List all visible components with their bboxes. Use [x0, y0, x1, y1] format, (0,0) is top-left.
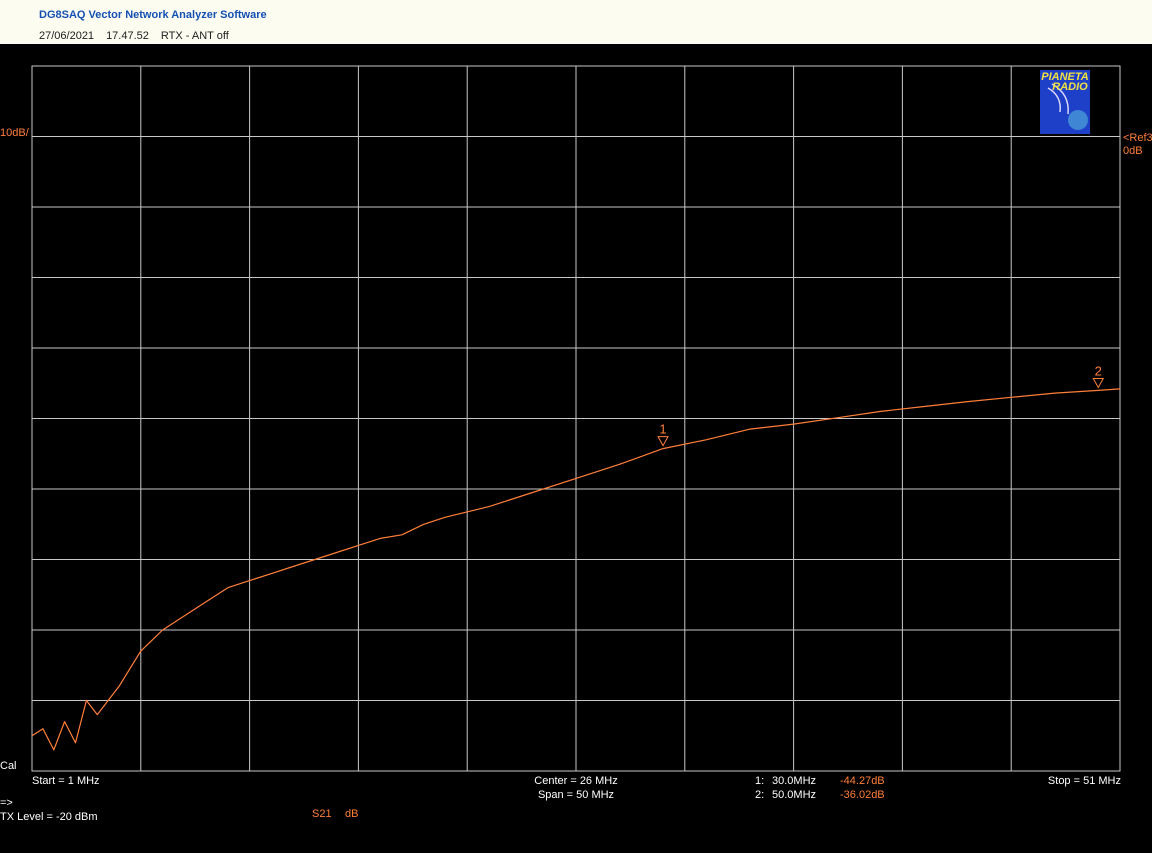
stop-frequency: Stop = 51 MHz — [1048, 775, 1121, 787]
marker1-value: -44.27dB — [840, 775, 885, 787]
ref-label: <Ref3 — [1123, 132, 1152, 144]
scale-label: 10dB/ — [0, 127, 30, 139]
marker2-label: 2: — [755, 789, 764, 801]
tx-level: TX Level = -20 dBm — [0, 811, 98, 823]
pianeta-radio-logo: PIANETA RADIO — [1040, 70, 1090, 134]
arrow-indicator: => — [0, 797, 13, 809]
trace-unit: dB — [345, 808, 358, 820]
globe-icon — [1068, 110, 1088, 130]
cal-label: Cal — [0, 760, 17, 772]
marker1-freq: 30.0MHz — [772, 775, 816, 787]
marker-1-number: 1 — [659, 422, 666, 437]
marker-2-triangle — [1092, 377, 1105, 389]
marker-1-triangle — [657, 436, 669, 447]
ref-value-label: 0dB — [1123, 145, 1143, 157]
chart-grid — [31, 65, 1121, 772]
marker2-value: -36.02dB — [840, 789, 885, 801]
marker1-label: 1: — [755, 775, 764, 787]
marker-2-number: 2 — [1095, 363, 1102, 378]
center-frequency: Center = 26 MHz — [534, 775, 617, 787]
marker-layer: 12 — [657, 363, 1105, 447]
vna-chart: 12 PIANETA RADIO 10dB/ <Ref3 0dB Cal Sta… — [0, 65, 1152, 823]
marker2-freq: 50.0MHz — [772, 789, 816, 801]
logo-text-line2: RADIO — [1052, 81, 1088, 93]
trace-name: S21 — [312, 808, 332, 820]
start-frequency: Start = 1 MHz — [32, 775, 100, 787]
span-frequency: Span = 50 MHz — [538, 789, 614, 801]
